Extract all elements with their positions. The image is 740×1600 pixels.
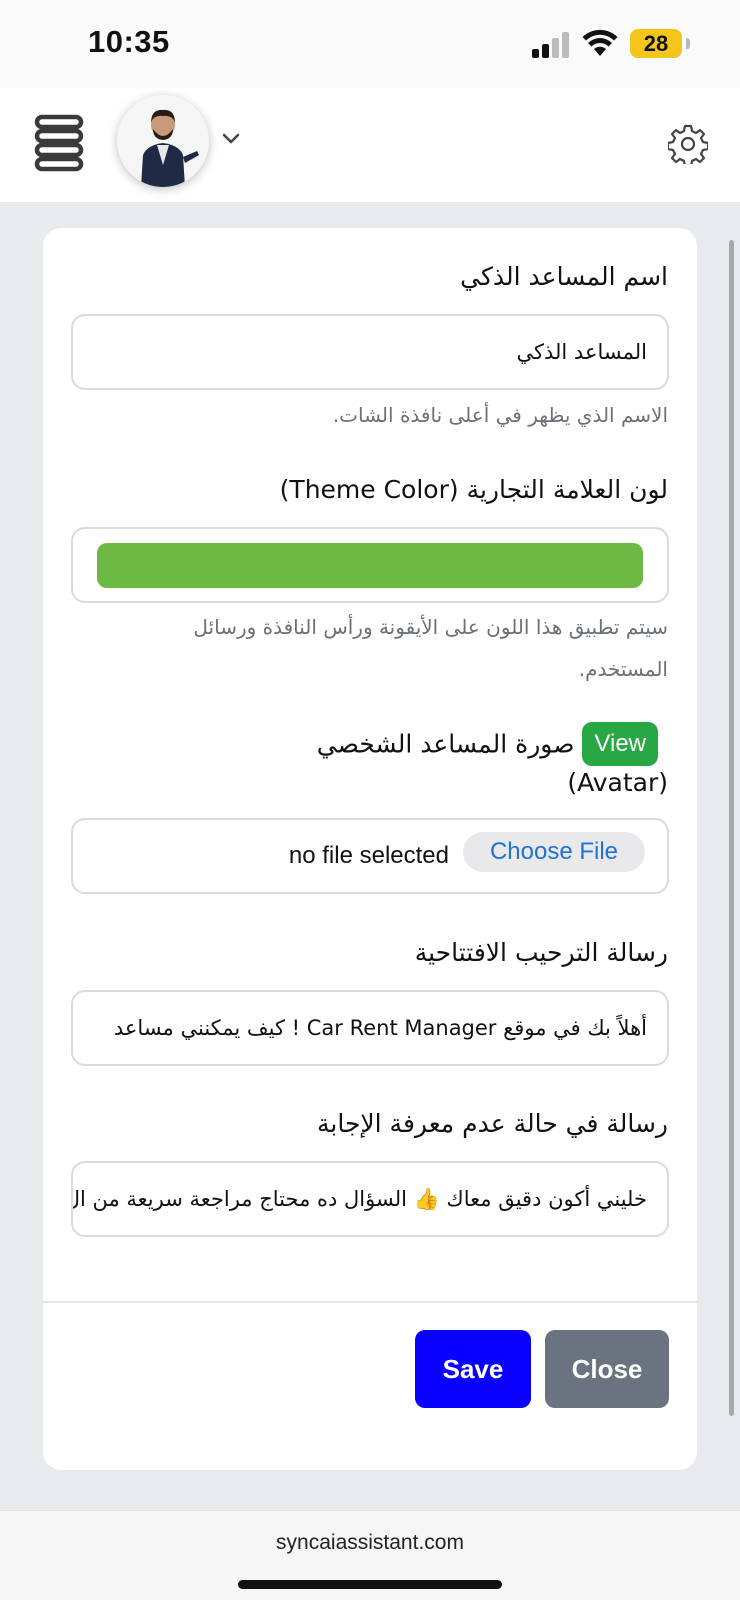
- theme-color-picker[interactable]: [71, 527, 669, 603]
- close-button[interactable]: Close: [545, 1330, 669, 1408]
- welcome-message-value: أهلاً بك في موقع Car Rent Manager ! كيف …: [113, 1016, 647, 1040]
- theme-color-label: لون العلامة التجارية (Theme Color): [279, 475, 668, 504]
- assistant-avatar[interactable]: [117, 95, 209, 187]
- assistant-name-label: اسم المساعد الذكي: [460, 262, 668, 291]
- save-button[interactable]: Save: [415, 1330, 531, 1408]
- view-avatar-button[interactable]: View: [582, 722, 658, 766]
- battery-indicator: 28: [630, 29, 690, 58]
- avatar-label-suffix: (Avatar): [567, 768, 668, 797]
- theme-color-hint-line2: المستخدم.: [578, 657, 668, 681]
- cellular-signal-icon: [532, 32, 572, 58]
- welcome-message-label: رسالة الترحيب الافتتاحية: [414, 938, 668, 967]
- choose-file-button[interactable]: Choose File: [463, 832, 645, 872]
- chevron-down-icon[interactable]: [221, 132, 241, 146]
- card-divider: [43, 1301, 697, 1303]
- menu-icon[interactable]: [34, 114, 84, 172]
- browser-url-bar[interactable]: syncaiassistant.com: [0, 1510, 740, 1600]
- assistant-name-value: المساعد الذكي: [516, 340, 648, 364]
- home-indicator[interactable]: [238, 1580, 502, 1589]
- fallback-message-label: رسالة في حالة عدم معرفة الإجابة: [316, 1109, 668, 1138]
- assistant-name-input[interactable]: المساعد الذكي: [71, 314, 669, 390]
- gear-icon[interactable]: [668, 124, 708, 164]
- assistant-name-hint: الاسم الذي يظهر في أعلى نافذة الشات.: [332, 403, 668, 427]
- person-avatar-icon: [117, 95, 209, 187]
- fallback-message-input[interactable]: خليني أكون دقيق معاك 👍 السؤال ده محتاج م…: [71, 1161, 669, 1237]
- app-header: [0, 88, 740, 202]
- avatar-file-input[interactable]: Choose File no file selected: [71, 818, 669, 894]
- status-time: 10:35: [88, 24, 170, 59]
- fallback-message-value: خليني أكون دقيق معاك 👍 السؤال ده محتاج م…: [71, 1187, 647, 1211]
- wifi-icon: [582, 29, 618, 56]
- file-status: no file selected: [288, 842, 449, 869]
- url-text: syncaiassistant.com: [276, 1531, 464, 1554]
- status-bar: 10:35 28: [0, 0, 740, 88]
- welcome-message-input[interactable]: أهلاً بك في موقع Car Rent Manager ! كيف …: [71, 990, 669, 1066]
- scrollbar[interactable]: [729, 240, 734, 1416]
- theme-color-swatch: [97, 543, 643, 588]
- avatar-label: View صورة المساعد الشخصي: [317, 722, 668, 766]
- theme-color-hint-line1: سيتم تطبيق هذا اللون على الأيقونة ورأس ا…: [193, 615, 668, 639]
- avatar-label-text: صورة المساعد الشخصي: [316, 729, 575, 759]
